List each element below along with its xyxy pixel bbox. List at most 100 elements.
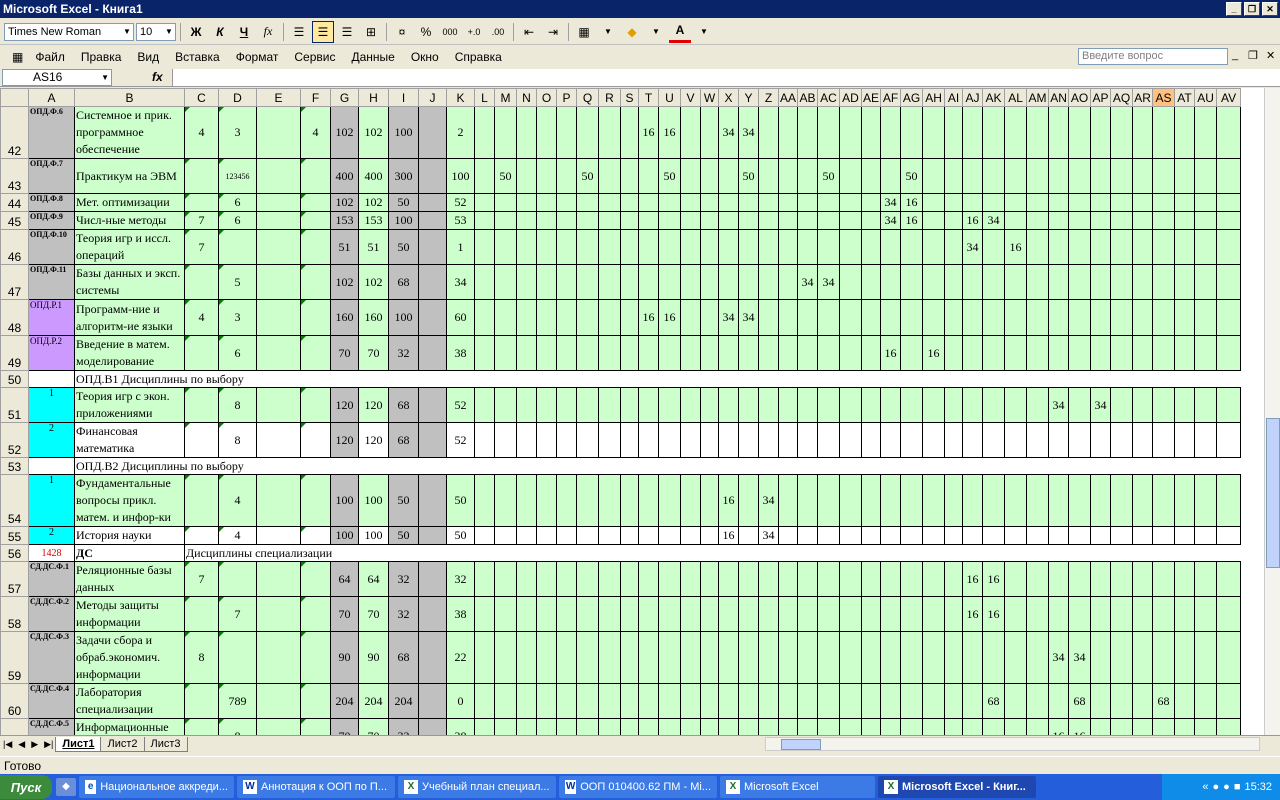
cell[interactable] bbox=[1132, 526, 1154, 545]
cell-code[interactable]: ОПД.Р.2 bbox=[28, 335, 75, 371]
cell[interactable] bbox=[944, 106, 964, 159]
cell[interactable] bbox=[900, 561, 924, 597]
cell[interactable] bbox=[1068, 229, 1092, 265]
font-name-combo[interactable]: Times New Roman ▼ bbox=[4, 22, 134, 41]
column-header[interactable]: AL bbox=[1004, 88, 1028, 107]
cell[interactable] bbox=[880, 158, 902, 194]
cell[interactable] bbox=[817, 229, 841, 265]
cell-discipline-name[interactable]: История науки bbox=[74, 526, 185, 545]
cell[interactable]: 52 bbox=[446, 387, 475, 423]
cell[interactable] bbox=[944, 683, 964, 719]
cell[interactable] bbox=[474, 718, 495, 735]
cell[interactable] bbox=[861, 335, 882, 371]
cell[interactable] bbox=[638, 561, 659, 597]
cell[interactable] bbox=[861, 474, 882, 527]
cell[interactable] bbox=[817, 335, 841, 371]
cell[interactable] bbox=[536, 596, 557, 632]
cell-discipline-name[interactable]: Методы защиты информации bbox=[74, 596, 185, 632]
cell[interactable] bbox=[1152, 631, 1176, 684]
cell[interactable] bbox=[1174, 158, 1196, 194]
cell[interactable] bbox=[944, 631, 964, 684]
cell[interactable] bbox=[839, 526, 863, 545]
cell[interactable] bbox=[962, 631, 984, 684]
cell[interactable]: 34 bbox=[718, 299, 739, 336]
cell[interactable]: 50 bbox=[388, 193, 419, 212]
cell[interactable] bbox=[1110, 561, 1134, 597]
tray-app-icon[interactable]: ● bbox=[1213, 781, 1220, 793]
cell[interactable] bbox=[516, 106, 537, 159]
cell[interactable] bbox=[922, 106, 946, 159]
cell[interactable]: 68 bbox=[388, 631, 419, 684]
cell[interactable] bbox=[598, 264, 621, 300]
section-title-cell[interactable]: ОПД.В2 Дисциплины по выбору bbox=[74, 457, 1241, 475]
cell[interactable] bbox=[900, 106, 924, 159]
cell[interactable] bbox=[1152, 387, 1176, 423]
cell[interactable] bbox=[1216, 631, 1242, 684]
cell-code[interactable]: 1428 bbox=[28, 544, 75, 562]
cell[interactable] bbox=[474, 264, 495, 300]
cell[interactable] bbox=[839, 193, 863, 212]
cell[interactable] bbox=[982, 474, 1006, 527]
cell[interactable] bbox=[718, 596, 739, 632]
cell[interactable] bbox=[256, 683, 301, 719]
cell[interactable] bbox=[556, 106, 577, 159]
bold-button[interactable]: Ж bbox=[185, 21, 207, 43]
cell[interactable] bbox=[777, 561, 799, 597]
cell-discipline-name[interactable]: Теория игр с экон. приложениями bbox=[74, 387, 185, 423]
formula-input[interactable] bbox=[172, 69, 1280, 86]
cell[interactable] bbox=[556, 474, 577, 527]
cell[interactable]: 32 bbox=[388, 718, 419, 735]
cell[interactable] bbox=[880, 229, 902, 265]
cell[interactable] bbox=[1152, 526, 1176, 545]
cell[interactable] bbox=[1090, 229, 1112, 265]
cell[interactable] bbox=[880, 683, 902, 719]
cell[interactable] bbox=[738, 718, 759, 735]
cell[interactable] bbox=[861, 631, 882, 684]
cell[interactable]: 16 bbox=[1048, 718, 1070, 735]
cell[interactable] bbox=[536, 387, 557, 423]
cell[interactable] bbox=[536, 106, 557, 159]
cell[interactable] bbox=[1004, 683, 1028, 719]
cell-discipline-name[interactable]: Числ-ные методы bbox=[74, 211, 185, 230]
cell[interactable] bbox=[620, 596, 639, 632]
cell[interactable] bbox=[556, 561, 577, 597]
cell[interactable]: 51 bbox=[330, 229, 359, 265]
cell[interactable] bbox=[1152, 474, 1176, 527]
cell[interactable] bbox=[418, 264, 447, 300]
cell[interactable] bbox=[494, 193, 517, 212]
cell[interactable]: 50 bbox=[388, 229, 419, 265]
cell[interactable] bbox=[797, 683, 819, 719]
cell[interactable] bbox=[900, 683, 924, 719]
cell[interactable] bbox=[1026, 683, 1050, 719]
cell[interactable] bbox=[1174, 299, 1196, 336]
cell[interactable] bbox=[922, 631, 946, 684]
cell[interactable] bbox=[1026, 718, 1050, 735]
row-header[interactable]: 58 bbox=[0, 596, 29, 632]
cell[interactable]: 102 bbox=[330, 193, 359, 212]
cell[interactable]: 16 bbox=[718, 526, 739, 545]
cell[interactable] bbox=[1216, 106, 1242, 159]
cell[interactable] bbox=[839, 387, 863, 423]
cell[interactable] bbox=[184, 683, 219, 719]
chevron-down-icon[interactable]: ▼ bbox=[101, 70, 109, 85]
cell[interactable] bbox=[300, 474, 331, 527]
cell[interactable] bbox=[418, 561, 447, 597]
cell[interactable] bbox=[638, 229, 659, 265]
column-header[interactable]: J bbox=[418, 88, 447, 107]
language-icon[interactable]: ■ bbox=[1234, 781, 1241, 793]
column-header[interactable]: T bbox=[638, 88, 659, 107]
cell[interactable] bbox=[1110, 193, 1134, 212]
cell[interactable]: 50 bbox=[388, 526, 419, 545]
cell[interactable] bbox=[598, 158, 621, 194]
cell[interactable] bbox=[1004, 158, 1028, 194]
cell[interactable] bbox=[598, 683, 621, 719]
cell[interactable] bbox=[797, 561, 819, 597]
cell[interactable] bbox=[1152, 335, 1176, 371]
cell[interactable] bbox=[418, 683, 447, 719]
cell[interactable] bbox=[1068, 422, 1092, 458]
cell[interactable] bbox=[474, 299, 495, 336]
cell[interactable] bbox=[982, 422, 1006, 458]
cell[interactable] bbox=[738, 335, 759, 371]
cell[interactable] bbox=[494, 631, 517, 684]
cell-discipline-name[interactable]: Программ-ние и алгоритм-ие языки bbox=[74, 299, 185, 336]
